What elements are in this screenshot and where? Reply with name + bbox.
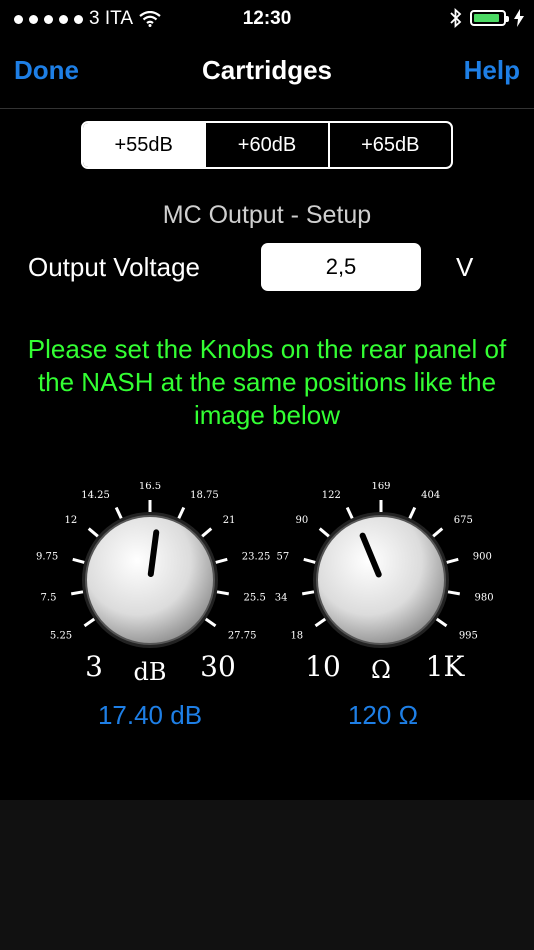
gain-max-label: 30: [200, 650, 236, 683]
load-readout: 120 Ω: [347, 700, 419, 730]
gain-tick-label: 5.25: [50, 630, 72, 641]
section-title: MC Output - Setup: [162, 201, 372, 229]
bluetooth-icon: [450, 8, 462, 28]
instruction-text: Please set the Knobs on the rear panel o…: [27, 334, 507, 430]
gain-knob: 5.25 7.5 9.75 12 14.25 16.5 18.75 21 23.25 25.5 27…: [32, 482, 272, 712]
load-tick-label: 57: [277, 551, 290, 562]
output-voltage-input[interactable]: [261, 243, 421, 291]
gain-readout: 17.40 dB: [97, 700, 203, 730]
gain-tick-mark: [215, 557, 228, 564]
gain-segmented-control: +55dB +60dB +65dB: [81, 121, 453, 169]
load-knob-graphic: 18 34 57 90 122 169 404 675 900 980 995 10 Ω 1K: [275, 482, 494, 684]
help-button[interactable]: Help: [464, 55, 520, 86]
gain-unit-label: dB: [134, 658, 167, 686]
gain-tick-mark: [87, 527, 99, 538]
gain-tick-mark: [204, 617, 217, 628]
load-tick-mark: [435, 617, 448, 628]
page-title: Cartridges: [201, 55, 333, 85]
load-tick-mark: [446, 557, 459, 564]
nav-bar: Done Cartridges Help: [0, 38, 534, 109]
gain-tick-mark: [83, 617, 96, 628]
load-tick-label: 675: [454, 515, 473, 526]
gain-tick-mark: [177, 506, 186, 520]
load-tick-label: 404: [421, 490, 440, 501]
load-tick-label: 34: [275, 592, 288, 603]
gain-tick-label: 12: [64, 515, 77, 526]
gain-tick-mark: [114, 506, 123, 520]
load-tick-label: 122: [322, 490, 341, 501]
gain-tick-label: 14.25: [81, 490, 110, 501]
gain-option-60[interactable]: +60dB: [204, 123, 327, 167]
load-min-label: 10: [305, 650, 341, 683]
gain-tick-mark: [72, 557, 85, 564]
load-tick-label: 169: [371, 482, 390, 492]
load-tick-label: 995: [459, 630, 478, 641]
gain-tick-mark: [216, 590, 230, 596]
load-tick-mark: [318, 527, 330, 538]
gain-knob-graphic: 5.257.59.751214.2516.518.752123.2525.527…: [36, 482, 270, 686]
load-tick-mark: [303, 557, 316, 564]
load-tick-label: 90: [295, 515, 308, 526]
load-tick-mark: [314, 617, 327, 628]
load-tick-mark: [345, 506, 354, 520]
battery-icon: [470, 10, 509, 26]
load-max-label: 1K: [426, 650, 466, 683]
gain-option-65[interactable]: +65dB: [327, 123, 451, 167]
status-right: [450, 8, 524, 28]
load-tick-label: 900: [473, 551, 492, 562]
output-voltage-unit: V: [456, 252, 474, 282]
gain-knob-face: [85, 515, 215, 645]
load-knob-face: [316, 515, 446, 645]
battery-fill: [474, 14, 500, 22]
charging-bolt-icon: [514, 9, 524, 27]
bottom-panel: [0, 800, 534, 950]
status-bar: 3 ITA 12:30: [0, 0, 534, 38]
gain-min-label: 3: [85, 650, 103, 683]
load-tick-mark: [447, 590, 461, 596]
load-tick-mark: [432, 527, 444, 538]
load-tick-label: 980: [475, 592, 494, 603]
gain-tick-label: 27.75: [228, 630, 257, 641]
output-voltage-label: Output Voltage: [28, 252, 201, 282]
gain-tick-label: 7.5: [41, 592, 57, 603]
gain-option-55[interactable]: +55dB: [83, 123, 205, 167]
gain-tick-label: 21: [223, 515, 236, 526]
gain-tick-label: 16.5: [139, 482, 161, 492]
load-unit-label: Ω: [371, 656, 391, 684]
load-tick-mark: [301, 590, 315, 596]
scroll-peek: [232, 102, 302, 108]
gain-tick-label: 9.75: [36, 551, 58, 562]
load-tick-mark: [408, 506, 417, 520]
load-knob: 18 34 57 90 122 169 404 675 900 980 995 10 Ω 1K: [263, 482, 503, 712]
gain-tick-mark: [201, 527, 213, 538]
load-tick-label: 18: [290, 630, 303, 641]
gain-tick-mark: [70, 590, 84, 596]
gain-tick-label: 18.75: [190, 490, 219, 501]
